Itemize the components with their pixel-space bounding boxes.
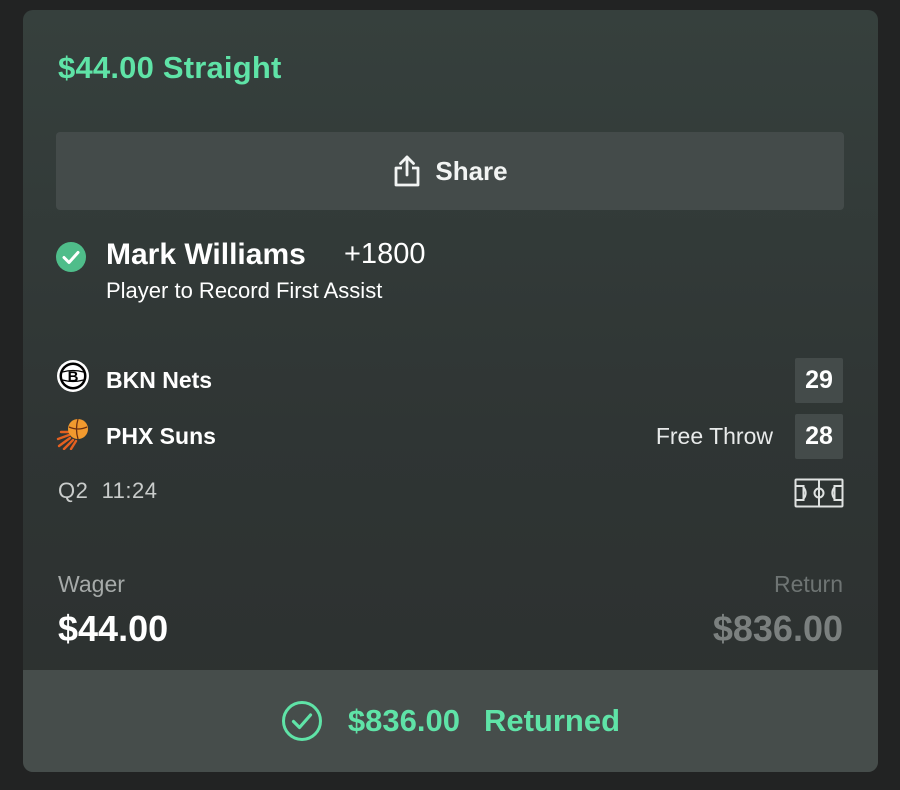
suns-logo xyxy=(56,418,88,450)
score-suns: 28 xyxy=(795,414,843,459)
odds-value: +1800 xyxy=(344,238,426,270)
bet-title: $44.00 Straight xyxy=(58,50,282,85)
svg-text:B: B xyxy=(68,369,79,386)
returned-amount: $836.00 xyxy=(347,703,460,738)
bet-card: $44.00 Straight Share Mark Williams +180… xyxy=(23,10,878,772)
returned-banner: $836.00 Returned xyxy=(23,670,878,772)
score-nets: 29 xyxy=(795,358,843,403)
return-label: Return xyxy=(773,571,843,597)
team-name-suns: PHX Suns xyxy=(106,423,216,449)
nets-logo: B xyxy=(57,360,89,392)
check-circle-outline-icon xyxy=(281,701,322,741)
wager-amount: $44.00 xyxy=(58,608,169,649)
market-description: Player to Record First Assist xyxy=(106,278,383,303)
return-amount: $836.00 xyxy=(712,608,843,649)
player-name: Mark Williams xyxy=(106,238,306,271)
check-circle-icon xyxy=(56,242,86,272)
returned-status: Returned xyxy=(483,703,621,738)
play-state-label: Free Throw xyxy=(655,423,773,449)
share-icon xyxy=(394,155,420,187)
basketball-court-icon[interactable] xyxy=(794,478,844,508)
share-label: Share xyxy=(435,155,508,186)
game-clock: Q2 11:24 xyxy=(58,478,158,503)
team-name-nets: BKN Nets xyxy=(106,367,213,393)
wager-label: Wager xyxy=(58,571,125,597)
share-button[interactable]: Share xyxy=(56,132,844,210)
